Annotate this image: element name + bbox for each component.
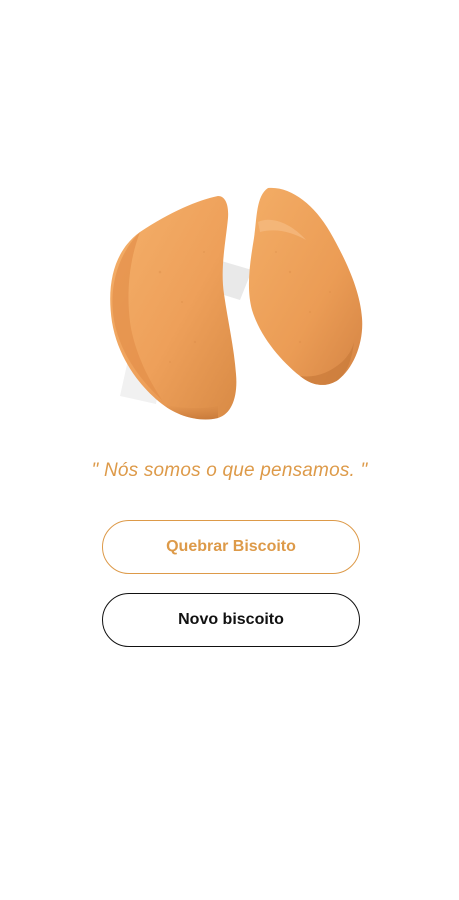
fortune-cookie-image — [100, 182, 370, 427]
new-cookie-button-label: Novo biscoito — [178, 611, 284, 628]
fortune-phrase: " Nós somos o que pensamos. " — [91, 460, 368, 481]
break-cookie-button-label: Quebrar Biscoito — [166, 538, 296, 555]
break-cookie-button[interactable]: Quebrar Biscoito — [102, 520, 360, 574]
new-cookie-button[interactable]: Novo biscoito — [102, 593, 360, 647]
